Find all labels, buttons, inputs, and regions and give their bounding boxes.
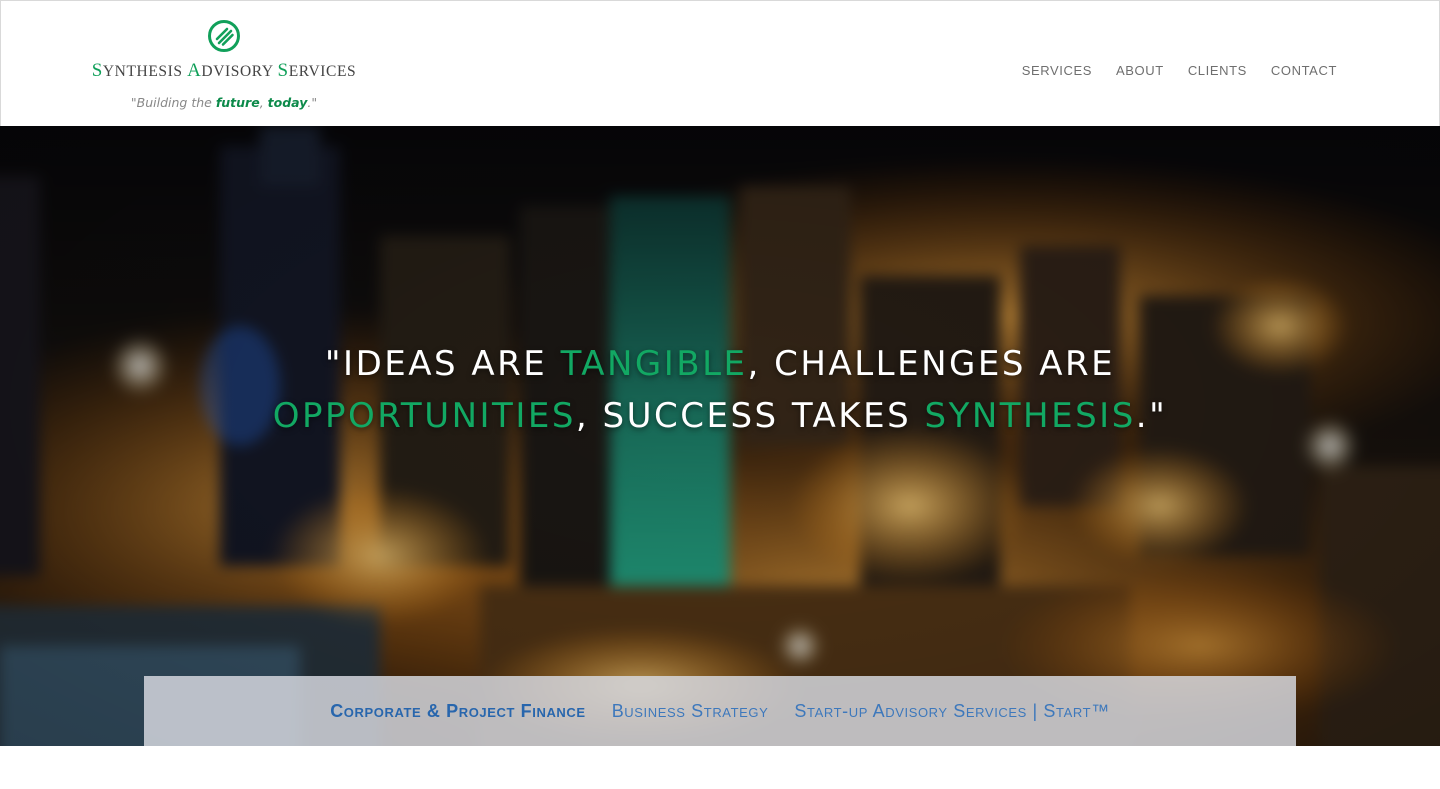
service-link-startup-advisory[interactable]: Start-up Advisory Services | Start™ bbox=[794, 701, 1109, 722]
nav-item-services[interactable]: SERVICES bbox=[1022, 63, 1092, 78]
hero-section: "Ideas are tangible, challenges are oppo… bbox=[0, 126, 1440, 746]
quote-open: "Ideas are bbox=[324, 344, 561, 384]
brand-name-part: YNTHESIS bbox=[102, 63, 188, 80]
service-link-corporate-finance[interactable]: Corporate & Project Finance bbox=[330, 701, 585, 722]
brand-logo-icon bbox=[208, 20, 240, 52]
tagline-suffix: ." bbox=[307, 95, 318, 110]
quote-middle-1: , challenges are bbox=[747, 344, 1116, 384]
quote-close: ." bbox=[1135, 396, 1168, 436]
quote-middle-2: , success takes bbox=[575, 396, 925, 436]
nav-item-clients[interactable]: CLIENTS bbox=[1188, 63, 1247, 78]
brand-logo-link[interactable]: SYNTHESIS ADVISORY SERVICES bbox=[87, 19, 361, 83]
brand-name-cap: A bbox=[187, 60, 202, 81]
hero-quote: "Ideas are tangible, challenges are oppo… bbox=[240, 338, 1200, 442]
brand-name-part: ERVICES bbox=[288, 63, 357, 80]
services-bar: Corporate & Project Finance Business Str… bbox=[144, 676, 1296, 746]
quote-highlight-opportunities: opportunities bbox=[272, 396, 576, 436]
brand-name-part: DVISORY bbox=[201, 63, 278, 80]
nav-item-contact[interactable]: CONTACT bbox=[1271, 63, 1337, 78]
brand-name: SYNTHESIS ADVISORY SERVICES bbox=[87, 60, 361, 83]
brand-tagline: "Building the future, today." bbox=[91, 95, 357, 110]
site-header: SYNTHESIS ADVISORY SERVICES "Building th… bbox=[0, 0, 1440, 126]
quote-highlight-tangible: tangible bbox=[560, 344, 748, 384]
quote-highlight-synthesis: synthesis bbox=[924, 396, 1136, 436]
nav-item-about[interactable]: ABOUT bbox=[1116, 63, 1164, 78]
brand-name-cap: S bbox=[277, 60, 289, 81]
tagline-separator: , bbox=[259, 95, 268, 110]
tagline-future: future bbox=[215, 95, 260, 110]
service-link-business-strategy[interactable]: Business Strategy bbox=[612, 701, 769, 722]
tagline-prefix: "Building the bbox=[130, 95, 216, 110]
main-nav: SERVICES ABOUT CLIENTS CONTACT bbox=[1022, 63, 1337, 78]
tagline-today: today bbox=[267, 95, 308, 110]
brand-name-cap: S bbox=[91, 60, 103, 81]
